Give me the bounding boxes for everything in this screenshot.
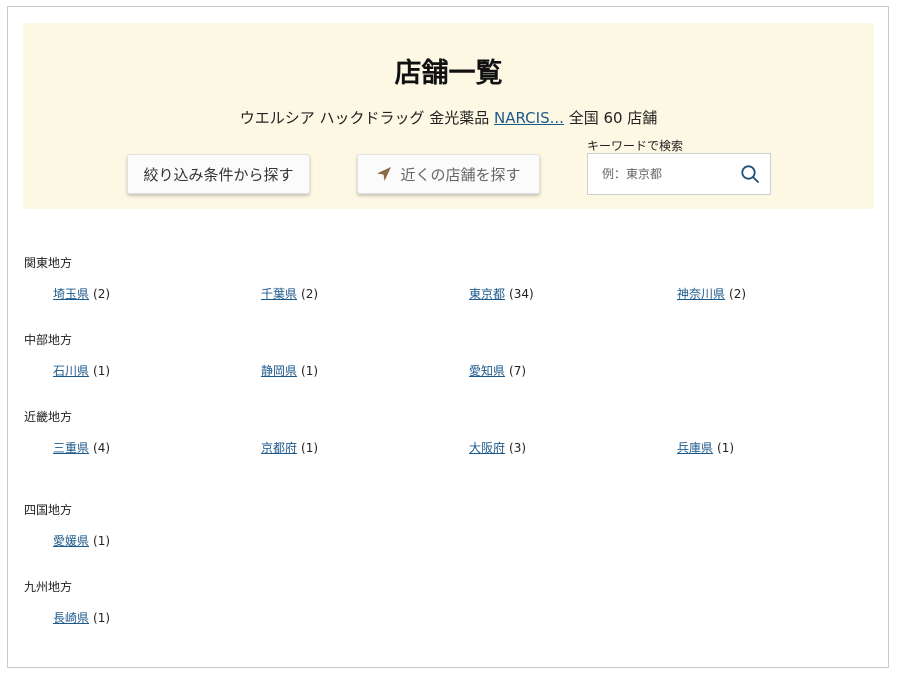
prefecture-link[interactable]: 京都府	[261, 441, 297, 455]
prefecture-item: 神奈川県 (2)	[677, 285, 746, 302]
prefecture-link[interactable]: 愛知県	[469, 364, 505, 378]
region-title: 中部地方	[24, 333, 73, 347]
search-button[interactable]	[730, 154, 770, 194]
prefecture-store-count: (1)	[717, 441, 735, 455]
prefecture-link[interactable]: 兵庫県	[677, 441, 713, 455]
region-title: 関東地方	[24, 256, 73, 270]
page-title: 店舗一覧	[394, 58, 503, 89]
prefecture-store-count: (2)	[93, 287, 111, 301]
prefecture-link[interactable]: 静岡県	[261, 364, 297, 378]
prefecture-item: 長崎県 (1)	[53, 609, 110, 626]
store-count: 全国 60 店舗	[568, 109, 658, 127]
prefecture-item: 愛知県 (7)	[469, 362, 526, 379]
prefecture-item: 静岡県 (1)	[261, 362, 318, 379]
prefecture-item: 千葉県 (2)	[261, 285, 318, 302]
prefecture-link[interactable]: 愛媛県	[53, 534, 89, 548]
prefecture-link[interactable]: 東京都	[469, 287, 505, 301]
keyword-search-label: キーワードで検索	[587, 139, 684, 153]
prefecture-link[interactable]: 長崎県	[53, 611, 89, 625]
prefecture-store-count: (4)	[93, 441, 111, 455]
region-title: 四国地方	[24, 503, 73, 517]
search-icon	[741, 165, 759, 183]
prefecture-store-count: (1)	[93, 364, 111, 378]
prefecture-item: 東京都 (34)	[469, 285, 534, 302]
prefecture-store-count: (2)	[729, 287, 747, 301]
nearby-stores-button[interactable]: 近くの店舗を探す	[357, 154, 540, 194]
region-title: 九州地方	[24, 580, 73, 594]
header-panel: 店舗一覧 ウエルシア ハックドラッグ 金光薬品 NARCIS... 全国 60 …	[23, 23, 874, 209]
prefecture-link[interactable]: 三重県	[53, 441, 89, 455]
prefecture-store-count: (2)	[301, 287, 319, 301]
brand-names: ウエルシア ハックドラッグ 金光薬品	[239, 109, 490, 127]
prefecture-item: 三重県 (4)	[53, 439, 110, 456]
brand-more-link[interactable]: NARCIS...	[494, 109, 564, 127]
filter-search-button[interactable]: 絞り込み条件から探す	[127, 154, 310, 194]
keyword-search-box	[587, 153, 771, 195]
prefecture-item: 石川県 (1)	[53, 362, 110, 379]
prefecture-link[interactable]: 石川県	[53, 364, 89, 378]
keyword-search-input[interactable]	[588, 155, 744, 193]
prefecture-store-count: (1)	[93, 611, 111, 625]
prefecture-store-count: (1)	[93, 534, 111, 548]
nearby-stores-label: 近くの店舗を探す	[400, 165, 521, 184]
location-arrow-icon	[377, 167, 392, 181]
region-title: 近畿地方	[24, 410, 73, 424]
prefecture-link[interactable]: 大阪府	[469, 441, 505, 455]
prefecture-link[interactable]: 千葉県	[261, 287, 297, 301]
prefecture-item: 愛媛県 (1)	[53, 532, 110, 549]
prefecture-link[interactable]: 埼玉県	[53, 287, 89, 301]
prefecture-store-count: (34)	[509, 287, 534, 301]
filter-search-label: 絞り込み条件から探す	[143, 165, 294, 184]
prefecture-store-count: (7)	[509, 364, 527, 378]
prefecture-item: 兵庫県 (1)	[677, 439, 734, 456]
prefecture-store-count: (3)	[509, 441, 527, 455]
prefecture-item: 大阪府 (3)	[469, 439, 526, 456]
store-summary: ウエルシア ハックドラッグ 金光薬品 NARCIS... 全国 60 店舗	[23, 108, 874, 128]
prefecture-item: 京都府 (1)	[261, 439, 318, 456]
prefecture-link[interactable]: 神奈川県	[677, 287, 725, 301]
prefecture-store-count: (1)	[301, 364, 319, 378]
prefecture-store-count: (1)	[301, 441, 319, 455]
prefecture-item: 埼玉県 (2)	[53, 285, 110, 302]
